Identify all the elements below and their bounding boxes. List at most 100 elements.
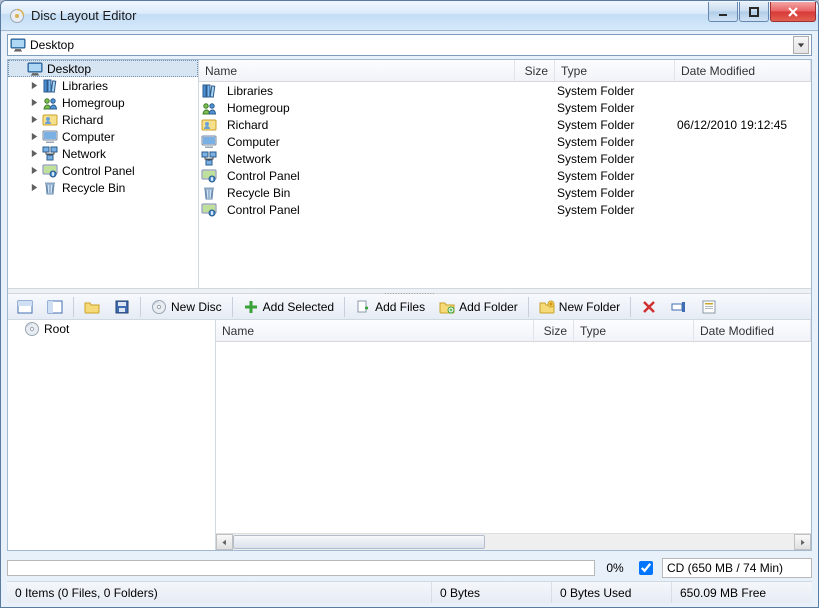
cell-name: Libraries: [221, 84, 511, 98]
minimize-button[interactable]: [708, 2, 738, 22]
scroll-thumb[interactable]: [233, 535, 485, 549]
upper-tree[interactable]: Desktop LibrariesHomegroupRichardCompute…: [8, 60, 199, 288]
add-files-button[interactable]: Add Files: [348, 296, 432, 318]
expander-icon[interactable]: [28, 182, 40, 194]
col-date[interactable]: Date Modified: [675, 60, 811, 81]
status-items: 0 Items (0 Files, 0 Folders): [7, 582, 432, 603]
cpanel-icon: [42, 163, 58, 179]
expander-icon[interactable]: [28, 131, 40, 143]
tree-item[interactable]: Richard: [8, 111, 198, 128]
disc-type-label: CD (650 MB / 74 Min): [667, 561, 783, 575]
list-row[interactable]: Control Panel System Folder: [199, 167, 811, 184]
desktop-icon: [10, 37, 26, 53]
lower-list[interactable]: Name Size Type Date Modified: [216, 320, 811, 550]
layout-toggle-1[interactable]: [10, 296, 40, 318]
layout-toggle-2[interactable]: [40, 296, 70, 318]
tree-root-disc[interactable]: Root: [8, 320, 215, 337]
list-row[interactable]: NetworkSystem Folder: [199, 150, 811, 167]
expander-icon[interactable]: [28, 80, 40, 92]
rename-button[interactable]: [664, 296, 694, 318]
upper-list[interactable]: Name Size Type Date Modified LibrariesSy…: [199, 60, 811, 288]
lower-columns[interactable]: Name Size Type Date Modified: [216, 320, 811, 342]
add-selected-button[interactable]: Add Selected: [236, 296, 341, 318]
tree-item[interactable]: Computer: [8, 128, 198, 145]
cpanel-icon: [201, 202, 217, 218]
col-date[interactable]: Date Modified: [694, 320, 811, 341]
delete-icon: [641, 299, 657, 315]
recycle-icon: [42, 180, 58, 196]
list-row[interactable]: Recycle Bin System Folder: [199, 184, 811, 201]
expander-icon[interactable]: [28, 114, 40, 126]
col-type[interactable]: Type: [555, 60, 675, 81]
expander-icon[interactable]: [28, 148, 40, 160]
cell-name: Control Panel: [221, 203, 511, 217]
open-folder-button[interactable]: [77, 296, 107, 318]
save-button[interactable]: [107, 296, 137, 318]
upper-columns[interactable]: Name Size Type Date Modified: [199, 60, 811, 82]
list-row[interactable]: RichardSystem Folder06/12/2010 19:12:45: [199, 116, 811, 133]
tree-item[interactable]: Network: [8, 145, 198, 162]
close-button[interactable]: [770, 2, 816, 22]
scroll-left-button[interactable]: [216, 534, 233, 550]
tree-label: Root: [44, 322, 69, 336]
tree-root-desktop[interactable]: Desktop: [8, 60, 198, 77]
plus-icon: [243, 299, 259, 315]
list-row[interactable]: Control PanelSystem Folder: [199, 201, 811, 218]
scroll-track[interactable]: [233, 534, 794, 550]
cell-type: System Folder: [551, 135, 671, 149]
list-row[interactable]: LibrariesSystem Folder: [199, 82, 811, 99]
list-row[interactable]: HomegroupSystem Folder: [199, 99, 811, 116]
maximize-button[interactable]: [739, 2, 769, 22]
usage-row: 0% CD (650 MB / 74 Min): [7, 557, 812, 579]
col-name[interactable]: Name: [199, 60, 515, 81]
homegroup-icon: [42, 95, 58, 111]
cell-name: Control Panel: [221, 169, 511, 183]
window-title: Disc Layout Editor: [31, 8, 707, 23]
expander-icon[interactable]: [13, 63, 25, 75]
tree-item[interactable]: Libraries: [8, 77, 198, 94]
col-name[interactable]: Name: [216, 320, 534, 341]
cell-name: Computer: [221, 135, 511, 149]
tree-item[interactable]: Recycle Bin: [8, 179, 198, 196]
cell-type: System Folder: [551, 186, 671, 200]
usage-progressbar: [7, 560, 595, 576]
status-bar: 0 Items (0 Files, 0 Folders) 0 Bytes 0 B…: [7, 581, 812, 603]
col-size[interactable]: Size: [515, 60, 555, 81]
lower-tree[interactable]: Root: [8, 320, 216, 550]
tree-label: Recycle Bin: [62, 181, 125, 195]
disc-type-combo[interactable]: CD (650 MB / 74 Min): [662, 558, 812, 578]
col-type[interactable]: Type: [574, 320, 694, 341]
auto-disc-checkbox[interactable]: [639, 561, 653, 575]
cell-type: System Folder: [551, 118, 671, 132]
tree-item[interactable]: Homegroup: [8, 94, 198, 111]
desktop-icon: [27, 61, 43, 77]
new-folder-icon: [539, 299, 555, 315]
tree-item[interactable]: Control Panel: [8, 162, 198, 179]
disc-toolbar: New Disc Add Selected Add Files Add Fold…: [8, 294, 811, 320]
add-selected-label: Add Selected: [263, 300, 334, 314]
add-folder-label: Add Folder: [459, 300, 518, 314]
folder-icon: [84, 299, 100, 315]
new-disc-button[interactable]: New Disc: [144, 296, 229, 318]
address-dropdown-button[interactable]: [793, 36, 809, 54]
scroll-right-button[interactable]: [794, 534, 811, 550]
horizontal-scrollbar[interactable]: [216, 533, 811, 550]
new-folder-button[interactable]: New Folder: [532, 296, 627, 318]
cell-name: Homegroup: [221, 101, 511, 115]
network-icon: [201, 151, 217, 167]
add-folder-icon: [439, 299, 455, 315]
cell-type: System Folder: [551, 169, 671, 183]
expander-icon[interactable]: [28, 97, 40, 109]
list-row[interactable]: Computer System Folder: [199, 133, 811, 150]
libraries-icon: [42, 78, 58, 94]
expander-icon[interactable]: [28, 165, 40, 177]
cpanel-icon: [201, 168, 217, 184]
libraries-icon: [201, 83, 217, 99]
address-bar[interactable]: Desktop: [7, 34, 812, 56]
col-size[interactable]: Size: [534, 320, 574, 341]
add-folder-button[interactable]: Add Folder: [432, 296, 525, 318]
properties-button[interactable]: [694, 296, 724, 318]
delete-button[interactable]: [634, 296, 664, 318]
titlebar[interactable]: Disc Layout Editor: [1, 1, 818, 31]
cell-name: Recycle Bin: [221, 186, 511, 200]
